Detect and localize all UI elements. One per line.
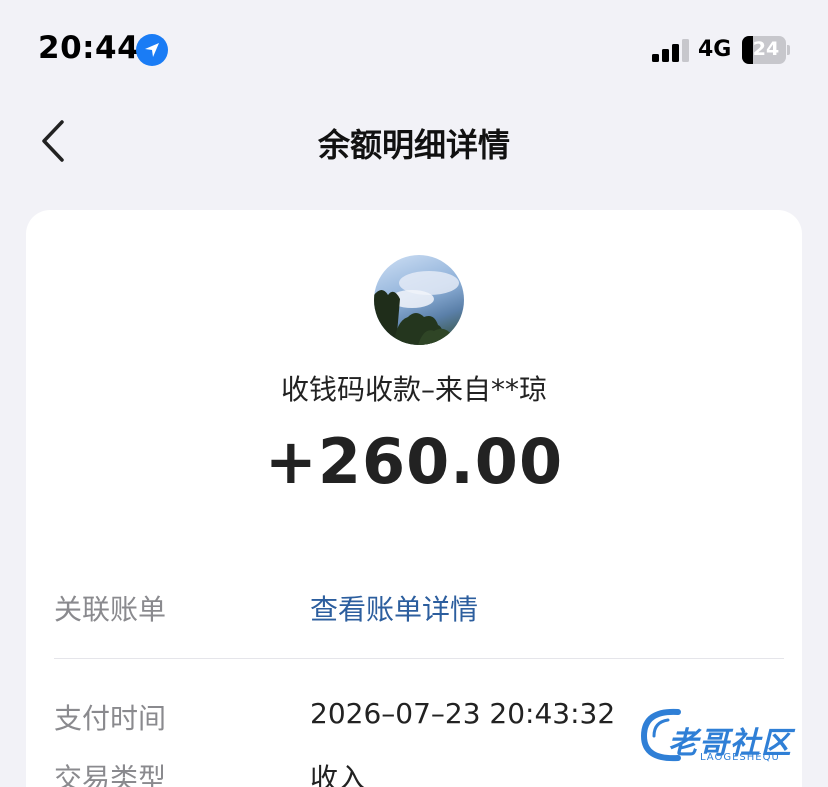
watermark-subtext: LAOGESHEQU	[700, 752, 780, 763]
status-bar: 20:44 4G 24	[0, 0, 828, 100]
battery-icon: 24	[742, 36, 790, 64]
row-related-bill: 关联账单 查看账单详情	[54, 582, 784, 632]
location-arrow-icon	[136, 34, 168, 66]
battery-percentage: 24	[752, 38, 780, 60]
row-value: 2026–07–23 20:43:32	[310, 697, 616, 730]
row-label: 关联账单	[54, 593, 167, 626]
status-time: 20:44	[38, 30, 140, 66]
row-label: 交易类型	[54, 762, 167, 787]
watermark-logo: 老哥社区 LAOGESHEQU	[638, 700, 818, 770]
transaction-amount: +260.00	[264, 425, 564, 498]
avatar	[374, 255, 464, 345]
nav-bar: 余额明细详情	[0, 100, 828, 182]
page-title: 余额明细详情	[317, 126, 510, 164]
divider	[54, 658, 784, 659]
row-value: 收入	[310, 762, 367, 787]
row-label: 支付时间	[54, 702, 167, 735]
cellular-signal-icon	[652, 38, 690, 62]
network-type: 4G	[698, 37, 732, 62]
merchant-name: 收钱码收款–来自**琼	[280, 373, 547, 406]
view-bill-link[interactable]: 查看账单详情	[310, 588, 478, 628]
